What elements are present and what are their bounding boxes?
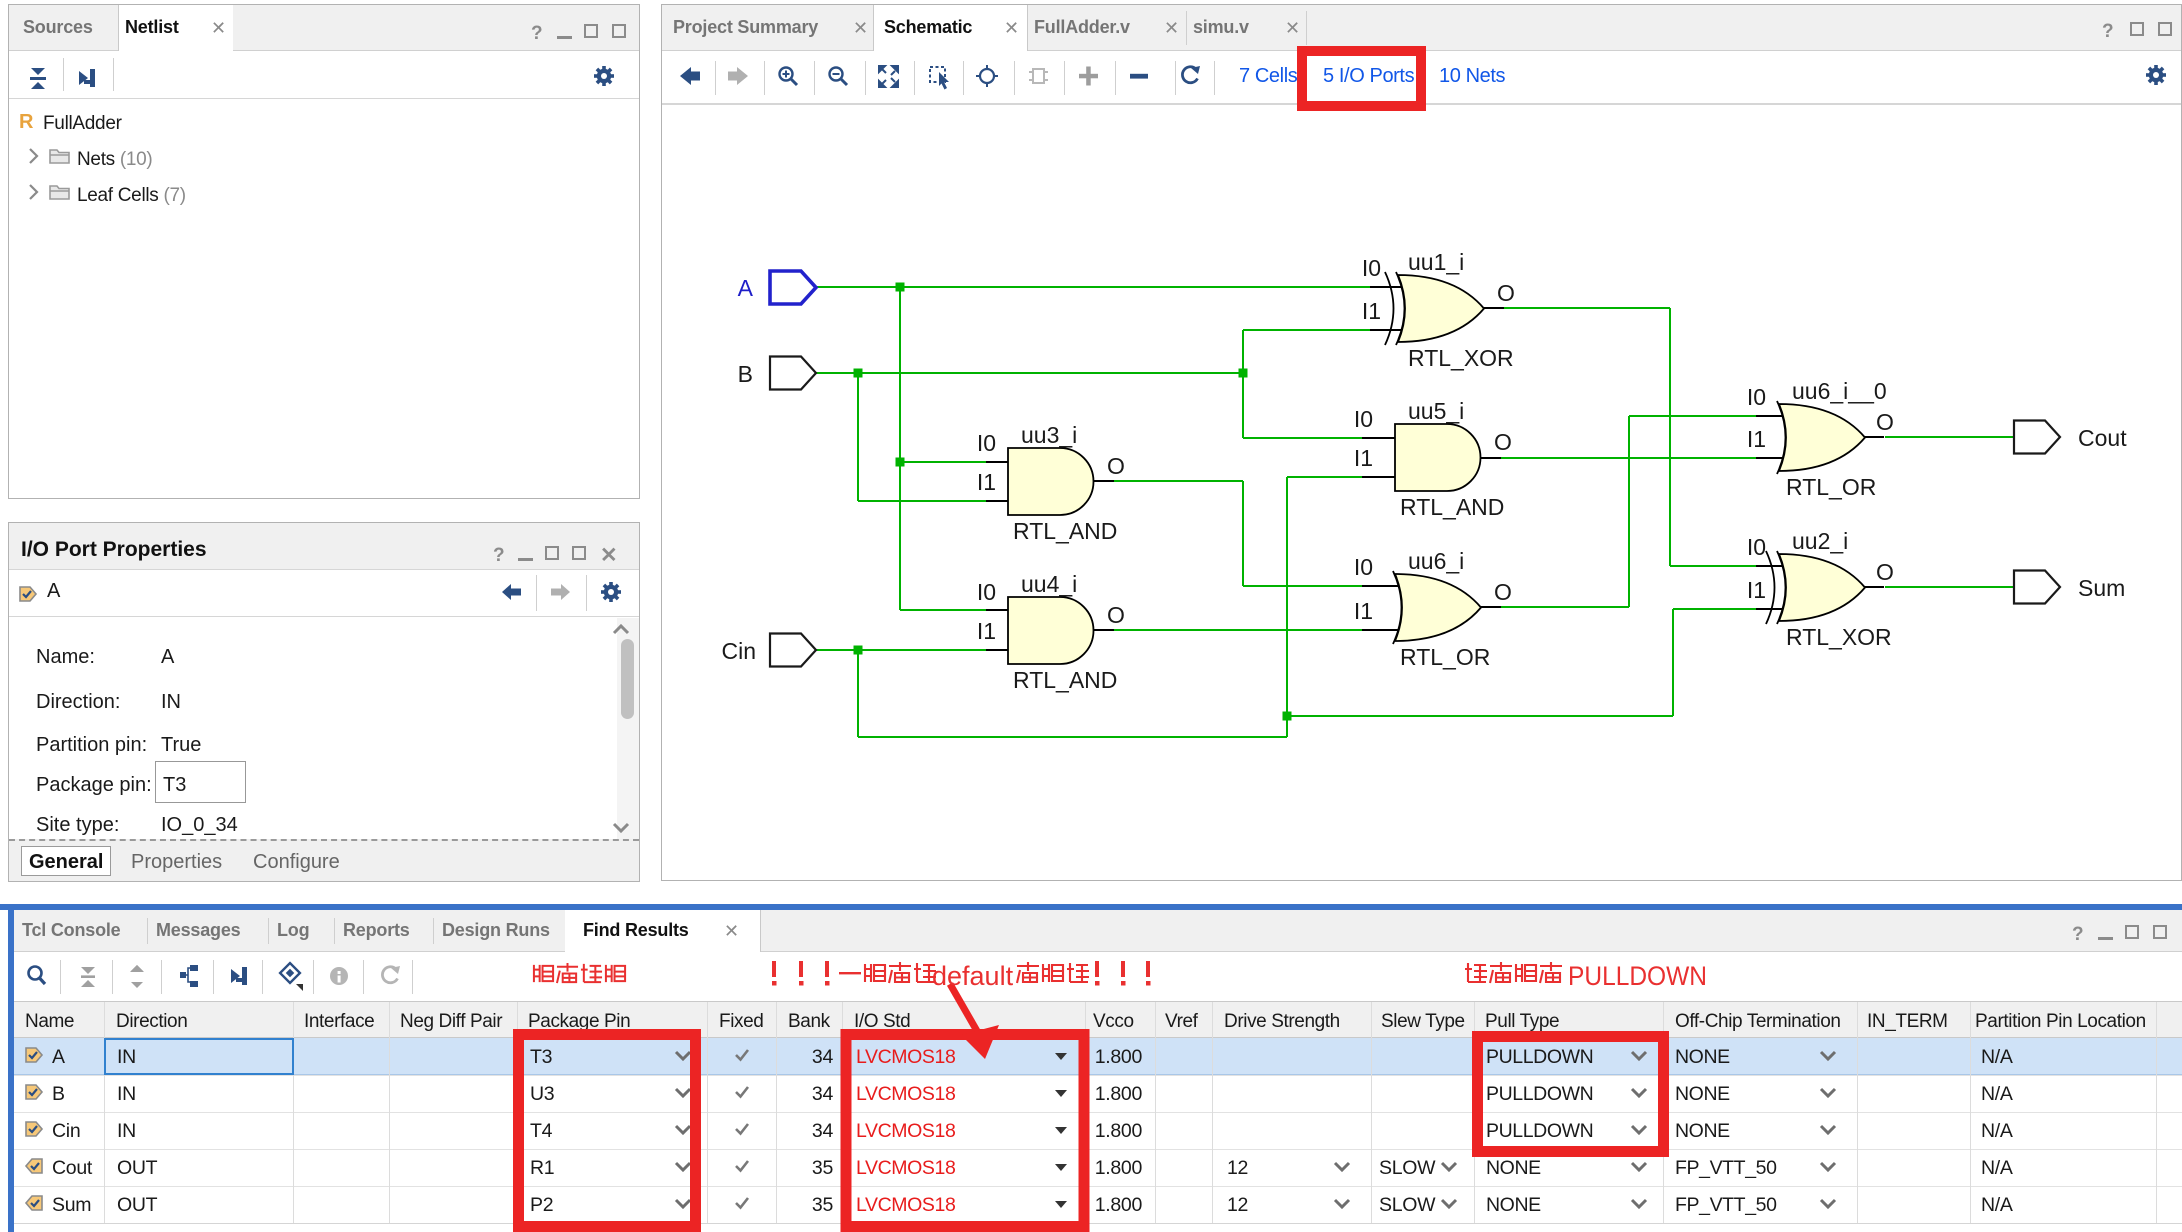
svg-text:IN: IN	[117, 1120, 136, 1142]
svg-text:Sum: Sum	[52, 1194, 91, 1216]
svg-text:1.800: 1.800	[1095, 1046, 1143, 1068]
svg-text:O: O	[1494, 429, 1512, 455]
svg-text:LVCMOS18: LVCMOS18	[856, 1194, 955, 1216]
svg-text:N/A: N/A	[1981, 1083, 2013, 1105]
svg-text:O: O	[1107, 602, 1125, 628]
svg-text:I0: I0	[1747, 534, 1766, 560]
svg-text:B: B	[52, 1083, 65, 1105]
svg-text:PULLDOWN: PULLDOWN	[1568, 961, 1707, 991]
svg-text:PULLDOWN: PULLDOWN	[1486, 1120, 1593, 1142]
svg-text:RTL_XOR: RTL_XOR	[1786, 624, 1892, 650]
svg-text:O: O	[1107, 453, 1125, 479]
svg-text:LVCMOS18: LVCMOS18	[856, 1046, 955, 1068]
svg-text:uu4_i: uu4_i	[1021, 571, 1077, 597]
svg-text:NONE: NONE	[1486, 1157, 1541, 1179]
svg-text:RTL_AND: RTL_AND	[1013, 667, 1117, 693]
svg-text:uu6_i__0: uu6_i__0	[1792, 378, 1887, 404]
svg-text:I0: I0	[1362, 255, 1381, 281]
svg-text:N/A: N/A	[1981, 1157, 2013, 1179]
svg-text:I1: I1	[977, 618, 996, 644]
svg-text:I1: I1	[977, 469, 996, 495]
svg-text:34: 34	[812, 1046, 834, 1068]
svg-text:34: 34	[812, 1083, 834, 1105]
svg-text:RTL_XOR: RTL_XOR	[1408, 345, 1514, 371]
svg-text:T4: T4	[530, 1120, 553, 1142]
svg-text:I1: I1	[1747, 426, 1766, 452]
svg-text:A: A	[738, 275, 754, 301]
svg-text:N/A: N/A	[1981, 1046, 2013, 1068]
svg-text:O: O	[1497, 280, 1515, 306]
svg-text:uu2_i: uu2_i	[1792, 528, 1848, 554]
svg-text:I1: I1	[1362, 298, 1381, 324]
svg-text:N/A: N/A	[1981, 1120, 2013, 1142]
svg-text:RTL_OR: RTL_OR	[1400, 644, 1490, 670]
svg-text:FP_VTT_50: FP_VTT_50	[1675, 1157, 1777, 1179]
svg-text:O: O	[1494, 579, 1512, 605]
svg-text:NONE: NONE	[1675, 1120, 1730, 1142]
svg-text:LVCMOS18: LVCMOS18	[856, 1157, 955, 1179]
svg-text:12: 12	[1227, 1157, 1248, 1179]
svg-text:NONE: NONE	[1675, 1046, 1730, 1068]
svg-text:I0: I0	[977, 430, 996, 456]
svg-text:B: B	[738, 361, 753, 387]
svg-text:1.800: 1.800	[1095, 1157, 1143, 1179]
svg-text:R1: R1	[530, 1157, 554, 1179]
svg-text:PULLDOWN: PULLDOWN	[1486, 1046, 1593, 1068]
svg-text:OUT: OUT	[117, 1157, 158, 1179]
svg-text:35: 35	[812, 1194, 834, 1216]
svg-text:I0: I0	[977, 579, 996, 605]
svg-text:SLOW: SLOW	[1379, 1194, 1436, 1216]
svg-text:35: 35	[812, 1157, 834, 1179]
svg-text:Cin: Cin	[52, 1120, 80, 1142]
svg-text:T3: T3	[530, 1046, 552, 1068]
svg-text:Sum: Sum	[2078, 575, 2125, 601]
svg-text:I0: I0	[1354, 406, 1373, 432]
svg-text:uu6_i: uu6_i	[1408, 548, 1464, 574]
svg-text:12: 12	[1227, 1194, 1248, 1216]
svg-text:O: O	[1876, 559, 1894, 585]
svg-text:Cout: Cout	[52, 1157, 93, 1179]
svg-text:P2: P2	[530, 1194, 553, 1216]
svg-text:34: 34	[812, 1120, 834, 1142]
svg-text:FP_VTT_50: FP_VTT_50	[1675, 1194, 1777, 1216]
svg-text:Cin: Cin	[721, 638, 756, 664]
svg-text:N/A: N/A	[1981, 1194, 2013, 1216]
svg-text:Cout: Cout	[2078, 425, 2127, 451]
svg-text:U3: U3	[530, 1083, 554, 1105]
svg-text:uu1_i: uu1_i	[1408, 249, 1464, 275]
svg-text:I1: I1	[1747, 577, 1766, 603]
svg-text:uu3_i: uu3_i	[1021, 422, 1077, 448]
svg-text:PULLDOWN: PULLDOWN	[1486, 1083, 1593, 1105]
svg-text:IN: IN	[117, 1083, 136, 1105]
svg-text:LVCMOS18: LVCMOS18	[856, 1083, 955, 1105]
svg-text:1.800: 1.800	[1095, 1120, 1143, 1142]
svg-text:uu5_i: uu5_i	[1408, 398, 1464, 424]
svg-text:I0: I0	[1354, 554, 1373, 580]
svg-text:OUT: OUT	[117, 1194, 158, 1216]
svg-text:O: O	[1876, 409, 1894, 435]
svg-text:RTL_OR: RTL_OR	[1786, 474, 1876, 500]
svg-text:default: default	[932, 961, 1014, 991]
svg-text:I1: I1	[1354, 598, 1373, 624]
svg-text:A: A	[52, 1046, 65, 1068]
svg-text:I0: I0	[1747, 384, 1766, 410]
svg-text:I1: I1	[1354, 445, 1373, 471]
svg-text:SLOW: SLOW	[1379, 1157, 1436, 1179]
svg-text:1.800: 1.800	[1095, 1194, 1143, 1216]
svg-text:NONE: NONE	[1675, 1083, 1730, 1105]
svg-text:NONE: NONE	[1486, 1194, 1541, 1216]
svg-text:RTL_AND: RTL_AND	[1013, 518, 1117, 544]
svg-text:IN: IN	[117, 1046, 136, 1068]
svg-text:1.800: 1.800	[1095, 1083, 1143, 1105]
svg-text:LVCMOS18: LVCMOS18	[856, 1120, 955, 1142]
svg-text:RTL_AND: RTL_AND	[1400, 494, 1504, 520]
